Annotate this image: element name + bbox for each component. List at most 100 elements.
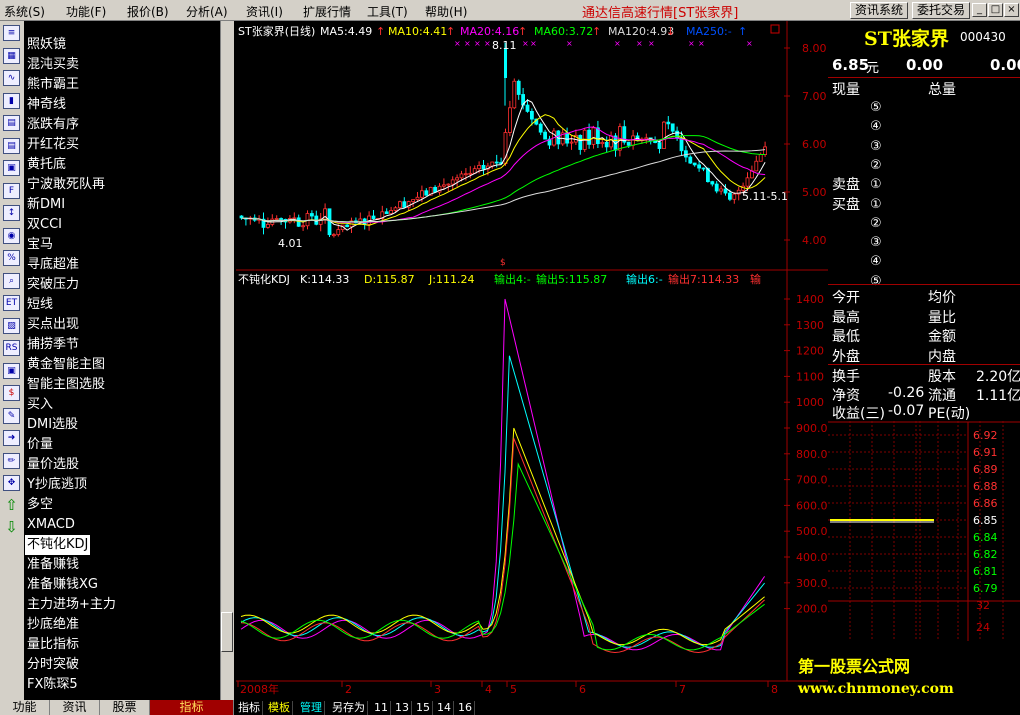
price-unit: 元 bbox=[866, 61, 880, 76]
menu-system[interactable]: 系统(S) bbox=[4, 3, 45, 20]
sell-label: 卖盘 bbox=[832, 177, 860, 193]
formula-list-item[interactable]: 智能主图选股 bbox=[27, 375, 105, 395]
menu-bar: 系统(S) 功能(F) 报价(B) 分析(A) 资讯(I) 扩展行情 工具(T)… bbox=[0, 0, 1020, 21]
formula-list-item[interactable]: 混沌买卖 bbox=[27, 55, 79, 75]
signal-marker: × bbox=[566, 39, 573, 48]
formula-list-item[interactable]: 准备赚钱XG bbox=[27, 575, 98, 595]
tab-period-13[interactable]: 13 bbox=[393, 701, 412, 715]
tab-function[interactable]: 功能 bbox=[0, 700, 50, 715]
time-axis-label: 5 bbox=[510, 683, 517, 696]
formula-list-item[interactable]: 神奇线 bbox=[27, 95, 66, 115]
tool-icon[interactable]: ✎ bbox=[3, 407, 20, 424]
formula-list-item[interactable]: 买点出现 bbox=[27, 315, 79, 335]
mini-price-tick: 6.81 bbox=[973, 565, 998, 578]
f10-icon[interactable]: F bbox=[3, 182, 20, 199]
formula-list-item[interactable]: 黄金智能主图 bbox=[27, 355, 105, 375]
tab-period-16[interactable]: 16 bbox=[456, 701, 475, 715]
list-scrollbar[interactable] bbox=[220, 21, 234, 701]
maximize-icon[interactable]: □ bbox=[988, 3, 1003, 17]
tab-manage[interactable]: 管理 bbox=[298, 701, 325, 715]
formula-list-item[interactable]: 不钝化KDJ bbox=[25, 535, 91, 555]
trend-arrow-icon: ↑ bbox=[446, 25, 455, 38]
formula-list-item[interactable]: 多空 bbox=[27, 495, 53, 515]
price-detail-icon[interactable]: ▤ bbox=[3, 137, 20, 154]
formula-list-item[interactable]: 熊市霸王 bbox=[27, 75, 79, 95]
formula-list-item[interactable]: 捕捞季节 bbox=[27, 335, 79, 355]
arrow-down-icon[interactable]: ⇩ bbox=[3, 520, 20, 536]
move-icon[interactable]: ✥ bbox=[3, 475, 20, 491]
quote-list-icon[interactable]: ≡ bbox=[3, 25, 20, 41]
pencil-icon[interactable]: ✏ bbox=[3, 452, 20, 469]
formula-list-item[interactable]: FX陈琛5 bbox=[27, 675, 78, 695]
menu-extended-market[interactable]: 扩展行情 bbox=[303, 3, 351, 20]
multi-stock-icon[interactable]: ◉ bbox=[3, 227, 20, 244]
finance-icon[interactable]: ▣ bbox=[3, 160, 20, 176]
formula-list-item[interactable]: 黄托底 bbox=[27, 155, 66, 175]
formula-list-item[interactable]: 量比指标 bbox=[27, 635, 79, 655]
close-icon[interactable]: × bbox=[1004, 3, 1019, 17]
tab-period-11[interactable]: 11 bbox=[372, 701, 391, 715]
menu-tools[interactable]: 工具(T) bbox=[367, 3, 408, 20]
tab-template[interactable]: 模板 bbox=[266, 701, 293, 715]
formula-list-item[interactable]: 准备赚钱 bbox=[27, 555, 79, 575]
formula-list-item[interactable]: 新DMI bbox=[27, 195, 65, 215]
formula-list-item[interactable]: 照妖镜 bbox=[27, 35, 66, 55]
formula-list-item[interactable]: 宝马 bbox=[27, 235, 53, 255]
menu-help[interactable]: 帮助(H) bbox=[425, 3, 467, 20]
formula-list-item[interactable]: 买入 bbox=[27, 395, 53, 415]
tab-indicator[interactable]: 指标 bbox=[236, 701, 263, 715]
formula-list-item[interactable]: 寻底超准 bbox=[27, 255, 79, 275]
formula-list-item[interactable]: 涨跌有序 bbox=[27, 115, 79, 135]
formula-list-item[interactable]: 短线 bbox=[27, 295, 53, 315]
ma-label: MA5:4.49 bbox=[320, 25, 372, 38]
filter-icon[interactable]: ⌕ bbox=[3, 272, 20, 289]
chart-area[interactable]: × × × × × × × × × × × × ×$ ST张家界(日线) MA5:4.49 ↑ MA10:4… bbox=[236, 21, 828, 701]
formula-list-item[interactable]: 主力进场+主力 bbox=[27, 595, 116, 615]
kline-chart-icon[interactable]: ▮ bbox=[3, 92, 20, 109]
login-icon[interactable]: ➜ bbox=[3, 430, 20, 446]
formula-list-item[interactable]: 价量 bbox=[27, 435, 53, 455]
trend-arrow-icon: ↑ bbox=[376, 25, 385, 38]
trend-chart-icon[interactable]: ∿ bbox=[3, 70, 20, 86]
tab-period-15[interactable]: 15 bbox=[414, 701, 433, 715]
window-icon[interactable]: ▣ bbox=[3, 362, 20, 379]
formula-list-item[interactable]: XMACD bbox=[27, 515, 75, 535]
minimize-icon[interactable]: _ bbox=[972, 3, 987, 17]
formula-list-item[interactable]: 宁波敢死队再 bbox=[27, 175, 105, 195]
formula-list-item[interactable]: 分时突破 bbox=[27, 655, 79, 675]
money-icon[interactable]: $ bbox=[3, 385, 20, 401]
info-system-button[interactable]: 资讯系统 bbox=[850, 2, 909, 19]
formula-list-item[interactable]: DMI选股 bbox=[27, 415, 78, 435]
quote-field-label: 量比 bbox=[928, 309, 956, 326]
turnover-label: 换手 bbox=[832, 369, 860, 385]
tab-info[interactable]: 资讯 bbox=[50, 700, 100, 715]
indicator-axis-tick: 200.0 bbox=[796, 603, 828, 616]
index-icon[interactable]: % bbox=[3, 250, 20, 266]
menu-analysis[interactable]: 分析(A) bbox=[186, 3, 228, 20]
menu-function[interactable]: 功能(F) bbox=[66, 3, 106, 20]
list-scroll-thumb[interactable] bbox=[221, 612, 233, 652]
formula-list-item[interactable]: 开红花买 bbox=[27, 135, 79, 155]
formula-list-item[interactable]: Y抄底逃顶 bbox=[27, 475, 87, 495]
quote-sheet-icon[interactable]: ▦ bbox=[3, 47, 20, 64]
formula-list-item[interactable]: 量价选股 bbox=[27, 455, 79, 475]
menu-quote[interactable]: 报价(B) bbox=[127, 3, 169, 20]
order-trade-button[interactable]: 委托交易 bbox=[912, 2, 971, 19]
order-book-level: ③ bbox=[870, 138, 882, 154]
tab-period-14[interactable]: 14 bbox=[435, 701, 454, 715]
formula-list-item[interactable]: 双CCI bbox=[27, 215, 62, 235]
dashboard-icon[interactable]: ▨ bbox=[3, 317, 20, 334]
tick-detail-icon[interactable]: ▤ bbox=[3, 115, 20, 131]
formula-list-item[interactable]: 突破压力 bbox=[27, 275, 79, 295]
tab-save-as[interactable]: 另存为 bbox=[330, 701, 368, 715]
formula-list-item[interactable]: 抄底绝准 bbox=[27, 615, 79, 635]
menu-info[interactable]: 资讯(I) bbox=[246, 3, 283, 20]
sort-icon[interactable]: ↕ bbox=[3, 205, 20, 221]
tab-stocks[interactable]: 股票 bbox=[100, 700, 150, 715]
signal-marker: × bbox=[484, 39, 491, 48]
rsi-icon[interactable]: RS bbox=[3, 340, 20, 356]
et-icon[interactable]: ET bbox=[3, 295, 20, 311]
tab-indicators[interactable]: 指标 bbox=[150, 700, 234, 715]
indicator-value-label: 输出5:115.87 bbox=[536, 272, 607, 286]
arrow-up-icon[interactable]: ⇧ bbox=[3, 497, 20, 514]
